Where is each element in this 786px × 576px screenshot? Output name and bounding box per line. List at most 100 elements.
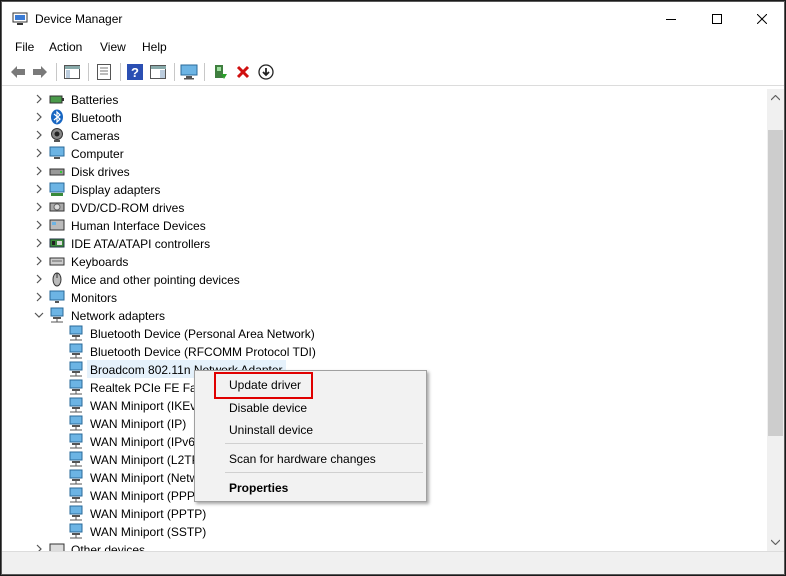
maximize-button[interactable] xyxy=(694,2,740,36)
scan-monitor-icon[interactable] xyxy=(179,62,199,82)
tree-item-label: Keyboards xyxy=(71,255,129,269)
tree-item-other-devices[interactable]: Other devices xyxy=(7,540,767,551)
network-adapter-icon xyxy=(69,325,83,341)
tree-item-label: Monitors xyxy=(71,291,118,305)
bluetooth-icon xyxy=(51,109,63,125)
menu-separator xyxy=(225,472,423,473)
tree-item-cameras[interactable]: Cameras xyxy=(7,126,767,144)
chevron-right-icon xyxy=(36,94,42,104)
monitor-icon xyxy=(49,290,65,303)
toolbar-separator xyxy=(56,63,57,81)
tree-item-label: WAN Miniport (PPP xyxy=(90,489,195,503)
tree-item-label: Batteries xyxy=(71,93,119,107)
menu-file[interactable]: File xyxy=(15,40,34,54)
tree-item-label: Human Interface Devices xyxy=(71,219,206,233)
dvd-drive-icon xyxy=(49,202,65,212)
chevron-right-icon xyxy=(36,112,42,122)
display-adapter-icon xyxy=(49,182,65,196)
tree-item-ide-controllers[interactable]: IDE ATA/ATAPI controllers xyxy=(7,234,767,252)
toolbar-separator xyxy=(120,63,121,81)
tree-item-label: WAN Miniport (PPTP) xyxy=(90,507,207,521)
forward-arrow-icon[interactable] xyxy=(30,62,50,82)
menu-scan-hardware[interactable]: Scan for hardware changes xyxy=(229,452,376,466)
network-child-item[interactable]: Bluetooth Device (Personal Area Network) xyxy=(7,324,767,342)
tree-item-hid[interactable]: Human Interface Devices xyxy=(7,216,767,234)
vertical-scrollbar[interactable] xyxy=(767,89,784,551)
properties-icon[interactable] xyxy=(94,62,114,82)
chevron-right-icon xyxy=(36,166,42,176)
tree-item-display-adapters[interactable]: Display adapters xyxy=(7,180,767,198)
keyboard-icon xyxy=(49,257,65,266)
tree-item-label: DVD/CD-ROM drives xyxy=(71,201,185,215)
ide-controller-icon xyxy=(49,238,65,248)
scrollbar-thumb[interactable] xyxy=(768,130,783,436)
help-icon[interactable]: ? xyxy=(125,62,145,82)
chevron-right-icon xyxy=(36,238,42,248)
chevron-right-icon xyxy=(36,202,42,212)
close-icon xyxy=(757,14,767,24)
menu-bar: File Action View Help xyxy=(2,36,784,58)
tree-item-label: WAN Miniport (IPv6 xyxy=(90,435,195,449)
menu-help[interactable]: Help xyxy=(142,40,167,54)
menu-view[interactable]: View xyxy=(100,40,126,54)
menu-disable-device[interactable]: Disable device xyxy=(229,401,307,415)
chevron-right-icon xyxy=(36,130,42,140)
minimize-button[interactable] xyxy=(648,2,694,36)
network-adapter-icon xyxy=(69,361,83,377)
chevron-right-icon xyxy=(36,292,42,302)
tree-item-label: WAN Miniport (Netw xyxy=(90,471,199,485)
enable-device-icon[interactable] xyxy=(210,62,230,82)
network-adapter-icon xyxy=(69,343,83,359)
other-devices-icon xyxy=(49,543,65,551)
network-child-item[interactable]: Bluetooth Device (RFCOMM Protocol TDI) xyxy=(7,342,767,360)
tree-item-batteries[interactable]: Batteries xyxy=(7,90,767,108)
show-hide-console-tree-icon[interactable] xyxy=(62,62,82,82)
action-pane-icon[interactable] xyxy=(148,62,168,82)
tree-item-label: WAN Miniport (SSTP) xyxy=(90,525,207,539)
menu-separator xyxy=(225,443,423,444)
title-bar[interactable]: Device Manager xyxy=(2,2,784,36)
tree-item-label: WAN Miniport (L2TP xyxy=(90,453,200,467)
tree-item-disk-drives[interactable]: Disk drives xyxy=(7,162,767,180)
device-manager-app-icon xyxy=(12,12,28,26)
uninstall-x-icon[interactable] xyxy=(233,62,253,82)
network-child-item[interactable]: WAN Miniport (PPTP) xyxy=(7,504,767,522)
back-arrow-icon[interactable] xyxy=(8,62,28,82)
toolbar-separator xyxy=(174,63,175,81)
network-child-item[interactable]: WAN Miniport (SSTP) xyxy=(7,522,767,540)
tree-item-computer[interactable]: Computer xyxy=(7,144,767,162)
tree-item-network-adapters[interactable]: Network adapters xyxy=(7,306,767,324)
network-adapter-icon xyxy=(69,397,83,413)
chevron-down-icon xyxy=(34,312,44,318)
chevron-right-icon xyxy=(36,220,42,230)
tree-item-label: Realtek PCIe FE Fam xyxy=(90,381,207,395)
menu-uninstall-device[interactable]: Uninstall device xyxy=(229,423,313,437)
network-adapter-icon xyxy=(69,451,83,467)
hid-icon xyxy=(49,219,65,231)
tree-item-dvd-drives[interactable]: DVD/CD-ROM drives xyxy=(7,198,767,216)
tree-item-monitors[interactable]: Monitors xyxy=(7,288,767,306)
network-adapter-icon xyxy=(69,415,83,431)
tree-item-bluetooth[interactable]: Bluetooth xyxy=(7,108,767,126)
tree-item-label: Mice and other pointing devices xyxy=(71,273,240,287)
network-adapter-icon xyxy=(69,469,83,485)
tree-item-label: Computer xyxy=(71,147,124,161)
context-menu: Update driver Disable device Uninstall d… xyxy=(194,370,427,502)
network-adapter-icon xyxy=(69,523,83,539)
network-adapter-icon xyxy=(50,307,64,323)
tree-item-label: Bluetooth Device (RFCOMM Protocol TDI) xyxy=(90,345,316,359)
scroll-up-icon xyxy=(771,95,780,101)
menu-action[interactable]: Action xyxy=(49,40,82,54)
tree-item-mice[interactable]: Mice and other pointing devices xyxy=(7,270,767,288)
tree-item-label: Cameras xyxy=(71,129,120,143)
chevron-right-icon xyxy=(36,274,42,284)
update-driver-icon[interactable] xyxy=(256,62,276,82)
tree-item-keyboards[interactable]: Keyboards xyxy=(7,252,767,270)
tree-item-label: Bluetooth xyxy=(71,111,122,125)
menu-update-driver[interactable]: Update driver xyxy=(229,378,301,392)
network-adapter-icon xyxy=(69,379,83,395)
chevron-right-icon xyxy=(36,184,42,194)
close-button[interactable] xyxy=(739,2,784,36)
tree-item-label: Network adapters xyxy=(71,309,166,323)
menu-properties[interactable]: Properties xyxy=(229,481,288,495)
